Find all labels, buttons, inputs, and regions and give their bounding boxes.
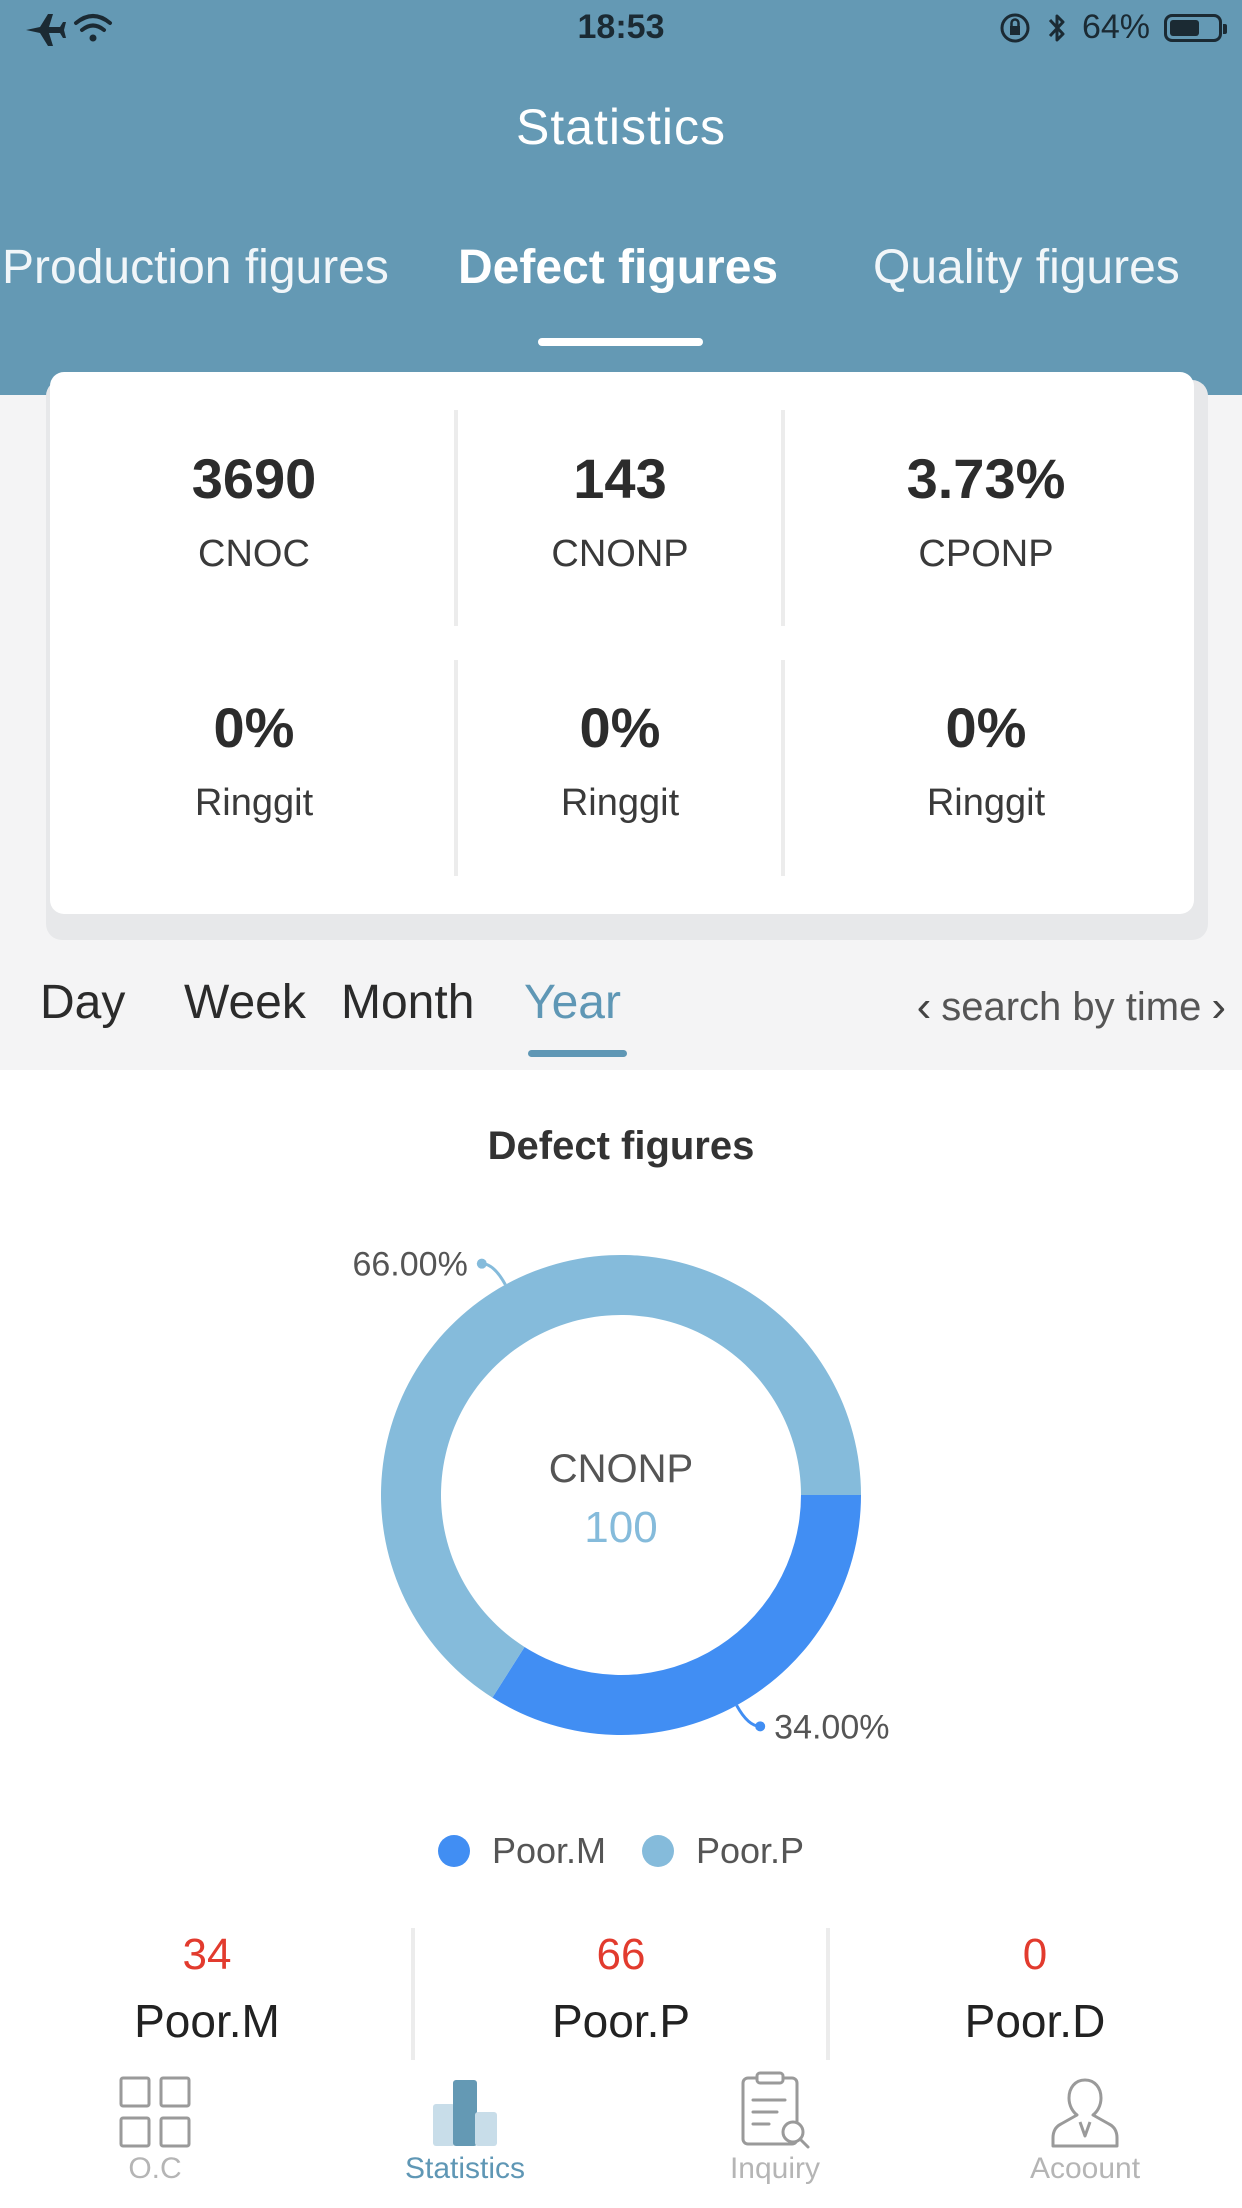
tabbar-oc[interactable]: O.C <box>0 2060 310 2186</box>
summary-poor-m: 34 Poor.M <box>0 1930 414 2048</box>
search-by-time[interactable]: ‹ search by time › <box>917 982 1226 1032</box>
stat-cnoc: 3690 CNOC <box>74 446 434 576</box>
status-bar: 18:53 64% <box>0 0 1242 62</box>
stat-value: 143 <box>573 447 667 510</box>
period-week[interactable]: Week <box>184 975 306 1030</box>
legend-label: Poor.P <box>695 1830 805 1871</box>
tab-defect-figures[interactable]: Defect figures <box>458 240 778 295</box>
summary-value: 34 <box>182 1930 232 1979</box>
battery-percent: 64% <box>1081 8 1150 46</box>
bluetooth-icon <box>1048 14 1065 41</box>
stat-divider <box>454 660 458 876</box>
orientation-lock-icon <box>1000 13 1030 42</box>
tabbar-label: Acoount <box>1029 2152 1141 2185</box>
stat-ringgit-1: 0% Ringgit <box>74 695 434 825</box>
period-year[interactable]: Year <box>524 975 621 1030</box>
chart-panel <box>0 1070 1242 2070</box>
summary-divider <box>826 1928 830 2060</box>
stat-label: Ringgit <box>194 782 314 824</box>
stat-label: Ringgit <box>560 782 680 824</box>
summary-divider <box>411 1928 415 2060</box>
summary-label: Poor.D <box>964 1995 1106 2047</box>
search-by-time-label: search by time <box>941 984 1202 1029</box>
tabbar-statistics[interactable]: Statistics <box>310 2060 620 2186</box>
chart-title: Defect figures <box>487 1124 755 1168</box>
summary-value: 66 <box>596 1930 646 1979</box>
stat-value: 0% <box>213 696 295 759</box>
tabbar-account[interactable]: Acoount <box>930 2060 1240 2186</box>
stat-divider <box>781 410 785 626</box>
summary-label: Poor.M <box>134 1995 280 2047</box>
clipboard-search-icon <box>741 2071 810 2149</box>
stat-label: Ringgit <box>926 782 1046 824</box>
bar-chart-icon <box>433 2080 497 2146</box>
summary-row: 34 Poor.M 66 Poor.P 0 Poor.D <box>0 1930 1242 2060</box>
summary-label: Poor.P <box>551 1995 691 2047</box>
stat-label: CNOC <box>198 533 310 575</box>
stat-divider <box>781 660 785 876</box>
stat-value: 3.73% <box>906 447 1066 510</box>
tabbar-label: O.C <box>128 2152 182 2185</box>
tabbar-label: Inquiry <box>729 2152 821 2185</box>
legend-item-poor-m[interactable]: Poor.M <box>437 1830 606 1872</box>
battery-icon <box>1164 13 1227 42</box>
legend-dot <box>437 1835 470 1867</box>
period-month[interactable]: Month <box>341 975 474 1030</box>
tabbar-label: Statistics <box>404 2152 526 2185</box>
summary-poor-p: 66 Poor.P <box>414 1930 828 2048</box>
header: 18:53 64% Statistics Production figures … <box>0 0 1242 395</box>
period-day[interactable]: Day <box>40 975 125 1030</box>
top-tabs: Production figures Defect figures Qualit… <box>0 240 1242 310</box>
stat-cponp: 3.73% CPONP <box>806 446 1166 576</box>
status-right: 64% <box>998 8 1227 47</box>
active-tab-indicator <box>538 338 703 346</box>
tab-production-figures[interactable]: Production figures <box>2 240 389 295</box>
stat-value: 0% <box>579 696 661 759</box>
stat-cnonp: 143 CNONP <box>440 446 800 576</box>
stat-ringgit-3: 0% Ringgit <box>806 695 1166 825</box>
tab-quality-figures[interactable]: Quality figures <box>873 240 1180 295</box>
bottom-tab-bar: O.C Statistics Inquiry Acoount <box>0 2060 1242 2208</box>
chevron-left-icon[interactable]: ‹ <box>917 982 932 1032</box>
tabbar-inquiry[interactable]: Inquiry <box>620 2060 930 2186</box>
stat-label: CNONP <box>551 533 689 575</box>
summary-poor-d: 0 Poor.D <box>828 1930 1242 2048</box>
user-icon <box>1051 2078 1119 2148</box>
legend-dot <box>641 1835 674 1867</box>
grid-icon <box>119 2076 191 2148</box>
summary-value: 0 <box>1022 1930 1048 1979</box>
legend-label: Poor.M <box>491 1830 606 1871</box>
stat-label: CPONP <box>918 533 1054 575</box>
stat-ringgit-2: 0% Ringgit <box>440 695 800 825</box>
active-period-indicator <box>528 1050 627 1057</box>
stat-value: 0% <box>945 696 1027 759</box>
chart-legend: Poor.M Poor.P <box>0 1830 1242 1872</box>
page-title: Statistics <box>515 99 727 155</box>
stat-value: 3690 <box>191 447 317 510</box>
stat-divider <box>454 410 458 626</box>
stats-card: 3690 CNOC 143 CNONP 3.73% CPONP 0% Ringg… <box>50 372 1194 914</box>
legend-item-poor-p[interactable]: Poor.P <box>641 1830 805 1872</box>
chevron-right-icon[interactable]: › <box>1211 982 1226 1032</box>
